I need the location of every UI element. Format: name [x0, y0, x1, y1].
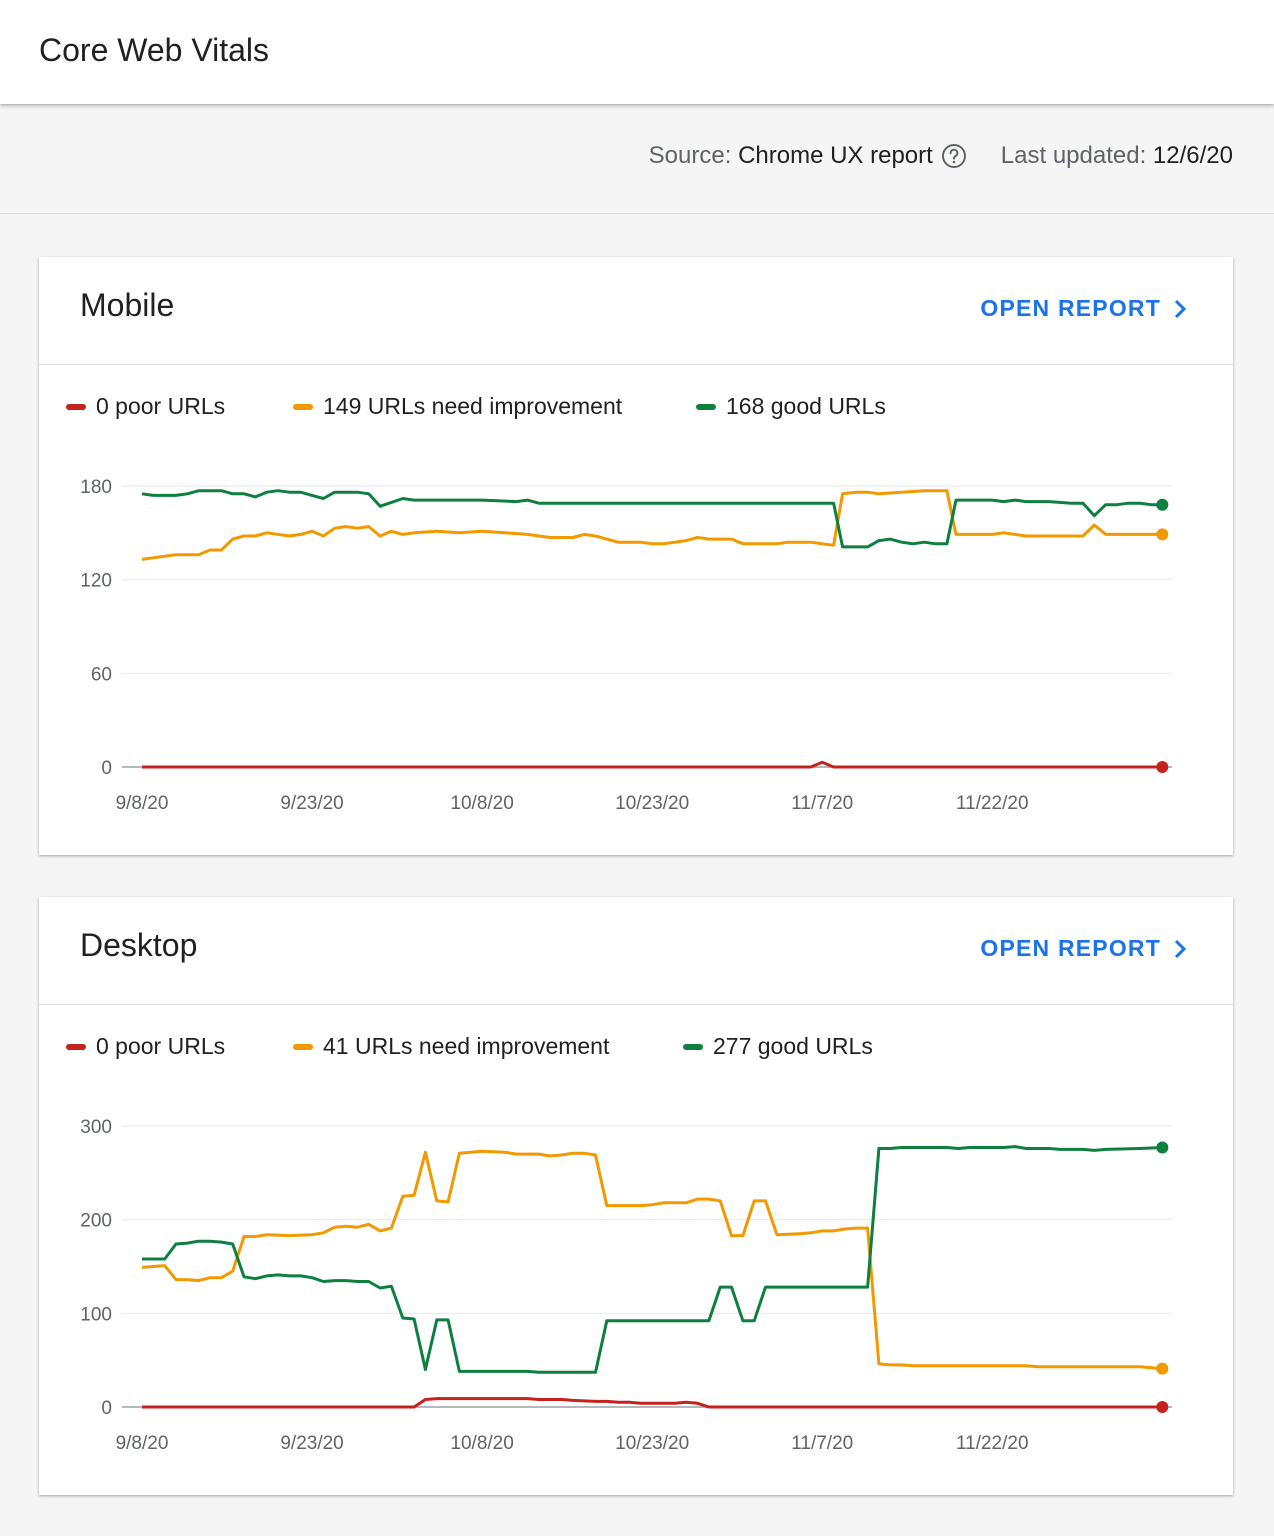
series-line[interactable] — [142, 1397, 1163, 1409]
desktop-line-chart: 0 100 200 300 9/8/20 9/23/20 10/8/20 10/23/20 11… — [80, 1117, 1172, 1454]
source-label: Source: — [648, 142, 732, 169]
legend-swatch-needs-improvement — [293, 1043, 313, 1050]
x-tick-label: 9/8/20 — [116, 793, 169, 814]
card-header: Desktop OPEN REPORT — [39, 897, 1233, 1005]
series-end-point[interactable] — [1156, 761, 1169, 773]
report-meta-line: Source: Chrome UX report Last updated: 1… — [649, 142, 1233, 170]
x-tick-label: 9/8/20 — [116, 1433, 169, 1454]
open-report-button-desktop[interactable]: OPEN REPORT — [980, 935, 1189, 962]
source-value: Chrome UX report — [738, 142, 933, 169]
chart-legend-mobile: 0 poor URLs 149 URLs need improvement 16… — [66, 393, 1166, 423]
last-updated-value: 12/6/20 — [1152, 142, 1233, 169]
report-meta-bar: Source: Chrome UX report Last updated: 1… — [0, 104, 1274, 214]
mobile-line-chart: 0 60 120 180 9/8/20 9/23/20 10/8/20 10/23/20 11/… — [80, 477, 1172, 814]
x-tick-label: 10/8/20 — [450, 1433, 513, 1454]
series-end-point[interactable] — [1156, 498, 1169, 511]
series-line[interactable] — [142, 1145, 1163, 1374]
card-header: Mobile OPEN REPORT — [39, 257, 1233, 365]
legend-swatch-good — [696, 403, 716, 410]
series-line[interactable] — [142, 760, 1163, 769]
legend-swatch-good — [683, 1043, 703, 1050]
y-tick-label: 60 — [91, 664, 112, 685]
open-report-button-mobile[interactable]: OPEN REPORT — [980, 295, 1189, 322]
legend-label: 168 good URLs — [726, 393, 886, 419]
help-circle-icon[interactable] — [941, 143, 967, 169]
chevron-right-icon — [1174, 939, 1187, 958]
top-app-bar: Core Web Vitals — [0, 0, 1274, 104]
chevron-right-icon — [1174, 299, 1187, 318]
legend-label: 149 URLs need improvement — [323, 393, 623, 419]
legend-item-good[interactable]: 277 good URLs — [683, 1033, 873, 1060]
x-tick-label: 10/23/20 — [615, 1433, 689, 1454]
open-report-label: OPEN REPORT — [980, 935, 1161, 961]
legend-item-poor[interactable]: 0 poor URLs — [66, 1033, 225, 1060]
y-tick-label: 0 — [101, 758, 112, 779]
series-end-point[interactable] — [1156, 1401, 1169, 1413]
legend-label: 0 poor URLs — [96, 1033, 226, 1059]
last-updated-label: Last updated: — [1000, 142, 1147, 169]
card-title-desktop: Desktop — [80, 927, 198, 963]
series-end-point[interactable] — [1156, 1141, 1169, 1154]
legend-label: 41 URLs need improvement — [323, 1033, 610, 1059]
series-end-point[interactable] — [1156, 528, 1169, 541]
legend-swatch-poor — [66, 403, 86, 410]
legend-label: 277 good URLs — [713, 1033, 873, 1059]
desktop-card: Desktop OPEN REPORT 0 poor URLs 41 URLs … — [39, 897, 1233, 1495]
legend-swatch-needs-improvement — [293, 403, 313, 410]
y-tick-label: 300 — [80, 1117, 112, 1138]
x-tick-label: 10/23/20 — [615, 793, 689, 814]
x-tick-label: 9/23/20 — [280, 793, 343, 814]
series-line[interactable] — [141, 489, 1163, 549]
y-tick-label: 200 — [80, 1211, 112, 1232]
legend-item-needs-improvement[interactable]: 41 URLs need improvement — [293, 1033, 609, 1060]
x-tick-label: 9/23/20 — [280, 1433, 343, 1454]
series-end-point[interactable] — [1156, 1362, 1169, 1375]
legend-swatch-poor — [66, 1043, 86, 1050]
x-tick-label: 10/8/20 — [450, 793, 513, 814]
chart-legend-desktop: 0 poor URLs 41 URLs need improvement 277… — [66, 1033, 1166, 1063]
series-line[interactable] — [141, 1149, 1163, 1371]
legend-label: 0 poor URLs — [96, 393, 226, 419]
page-title: Core Web Vitals — [39, 32, 270, 68]
open-report-label: OPEN REPORT — [980, 295, 1161, 321]
y-tick-label: 100 — [80, 1304, 112, 1325]
y-tick-label: 180 — [80, 477, 112, 498]
legend-item-good[interactable]: 168 good URLs — [696, 393, 886, 420]
y-tick-label: 0 — [101, 1398, 112, 1419]
x-tick-label: 11/22/20 — [956, 1433, 1029, 1454]
mobile-card: Mobile OPEN REPORT 0 poor URLs 149 URLs … — [39, 257, 1233, 855]
card-title-mobile: Mobile — [80, 287, 175, 323]
legend-item-poor[interactable]: 0 poor URLs — [66, 393, 225, 420]
x-tick-label: 11/22/20 — [956, 793, 1029, 814]
x-tick-label: 11/7/20 — [791, 1433, 853, 1454]
x-tick-label: 11/7/20 — [791, 793, 853, 814]
legend-item-needs-improvement[interactable]: 149 URLs need improvement — [293, 393, 622, 420]
y-tick-label: 120 — [80, 571, 112, 592]
